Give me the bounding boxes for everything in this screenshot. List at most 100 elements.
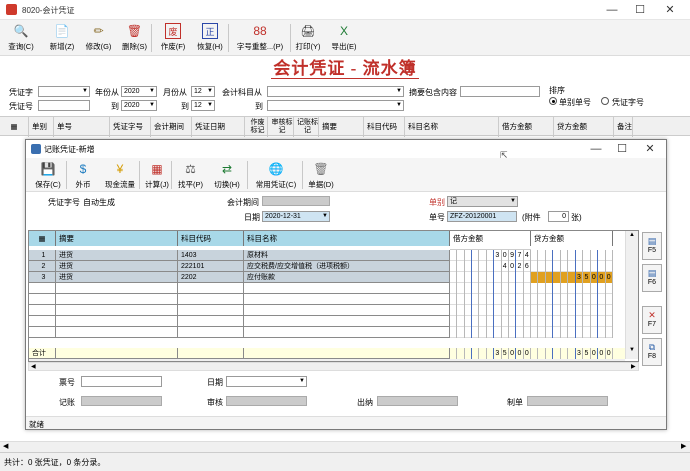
table-row[interactable]	[29, 305, 625, 316]
col-header[interactable]: 单号	[54, 117, 110, 137]
print-button[interactable]: 🖨 打印(Y)	[292, 20, 324, 56]
void-button[interactable]: 废作废(F)	[156, 20, 190, 56]
edit-button[interactable]: ✏ 修改(G)	[82, 20, 115, 56]
summary-cell[interactable]: 进货	[56, 261, 178, 272]
f6-button[interactable]: ▤ F6	[642, 264, 662, 292]
table-row[interactable]	[29, 283, 625, 294]
col-header[interactable]: 凭证日期	[192, 117, 245, 137]
account-code-cell[interactable]	[178, 305, 244, 316]
summary-cell[interactable]	[56, 327, 178, 338]
account-name-cell[interactable]	[244, 327, 450, 338]
account-code-cell[interactable]	[178, 283, 244, 294]
col-header[interactable]: 科目代码	[364, 117, 405, 137]
summary-cell[interactable]	[56, 316, 178, 327]
account-code-cell[interactable]	[178, 294, 244, 305]
credit-cell[interactable]	[531, 305, 613, 316]
scroll-up-icon[interactable]: ▲	[629, 232, 635, 238]
grid-vertical-scrollbar[interactable]: ▲ ▼	[625, 231, 638, 359]
credit-cell[interactable]: 35000	[531, 272, 613, 283]
account-name-cell[interactable]	[244, 294, 450, 305]
summary-contains-input[interactable]	[460, 86, 540, 97]
attach-count-input[interactable]: 0	[548, 211, 569, 222]
credit-cell[interactable]	[531, 283, 613, 294]
scroll-down-icon[interactable]: ▼	[629, 347, 635, 353]
table-row[interactable]	[29, 316, 625, 327]
account-code-cell[interactable]: 2202	[178, 272, 244, 283]
f7-button[interactable]: ✕ F7	[642, 306, 662, 334]
year-to-select[interactable]: 2020 ▼	[121, 100, 157, 111]
doc-type-select[interactable]: 记 ▼	[447, 196, 518, 207]
account-name-cell[interactable]: 应交税费/应交增值税（进项税额）	[244, 261, 450, 272]
common-voucher-button[interactable]: 🌐 常用凭证(C)	[251, 158, 301, 192]
col-header[interactable]: 审核标记	[268, 117, 294, 137]
summary-cell[interactable]: 进货	[56, 250, 178, 261]
delete-button[interactable]: 🗑 删除(S)	[117, 20, 152, 56]
table-row[interactable]: 3 进货 2202 应付账款 3 5 0 0 0	[29, 272, 625, 283]
f5-button[interactable]: ▤ F5	[642, 232, 662, 260]
account-name-cell[interactable]	[244, 316, 450, 327]
scroll-right-icon[interactable]: ▶	[631, 363, 636, 370]
export-button[interactable]: X 导出(E)	[327, 20, 361, 56]
col-header[interactable]: 凭证字号	[110, 117, 151, 137]
debit-cell[interactable]	[450, 316, 531, 327]
credit-cell[interactable]	[531, 261, 613, 272]
col-header[interactable]: 借方金额	[499, 117, 554, 137]
summary-cell[interactable]	[56, 283, 178, 294]
voucher-no-input[interactable]	[38, 100, 90, 111]
f8-button[interactable]: ⧉ F8	[642, 338, 662, 366]
debit-cell[interactable]	[450, 305, 531, 316]
credit-cell[interactable]	[531, 250, 613, 261]
col-header[interactable]: 科目名称	[405, 117, 499, 137]
account-name-cell[interactable]: 原材料	[244, 250, 450, 261]
debit-cell[interactable]	[450, 294, 531, 305]
dialog-close-icon[interactable]: ✕	[636, 140, 664, 158]
col-header[interactable]: 备注	[614, 117, 633, 137]
grid-settings-icon[interactable]: ▦	[0, 117, 29, 137]
debit-cell[interactable]	[450, 327, 531, 338]
horizontal-scrollbar[interactable]: ◀ ▶	[0, 441, 690, 452]
month-to-select[interactable]: 12 ▼	[191, 100, 215, 111]
save-button[interactable]: 💾 保存(C)	[32, 158, 64, 192]
col-header[interactable]: 作废标记	[245, 117, 268, 137]
summary-cell[interactable]: 进货	[56, 272, 178, 283]
date-picker[interactable]: 2020-12-31 ▼	[262, 211, 330, 222]
close-icon[interactable]: ✕	[656, 0, 684, 20]
footer-date-picker[interactable]: ▼	[226, 376, 307, 387]
foreign-currency-button[interactable]: $ 外币	[70, 158, 96, 192]
minimize-icon[interactable]: —	[598, 0, 626, 20]
account-code-cell[interactable]: 222101	[178, 261, 244, 272]
debit-cell[interactable]	[450, 272, 531, 283]
add-button[interactable]: 📄 新增(Z)	[44, 20, 80, 56]
table-row[interactable]: 2 进货 222101 应交税费/应交增值税（进项税额） 4 0 2 6	[29, 261, 625, 272]
scroll-left-icon[interactable]: ◀	[3, 442, 8, 450]
account-code-cell[interactable]: 1403	[178, 250, 244, 261]
balance-button[interactable]: ⚖ 找平(P)	[175, 158, 206, 192]
month-from-select[interactable]: 12 ▼	[191, 86, 215, 97]
account-code-cell[interactable]	[178, 327, 244, 338]
col-header[interactable]: 贷方金额	[554, 117, 614, 137]
table-row[interactable]	[29, 294, 625, 305]
cash-flow-button[interactable]: ¥ 现金流量	[99, 158, 141, 192]
maximize-icon[interactable]: ☐	[626, 0, 654, 20]
account-code-cell[interactable]	[178, 316, 244, 327]
debit-cell[interactable]: 30974	[450, 250, 531, 261]
col-header[interactable]: 摘要	[319, 117, 364, 137]
sort-radio-doc[interactable]	[549, 97, 557, 105]
grid-hscroll[interactable]: ◀ ▶	[28, 362, 639, 371]
account-name-cell[interactable]: 应付账款	[244, 272, 450, 283]
scroll-left-icon[interactable]: ◀	[31, 363, 36, 370]
account-to-select[interactable]: ▼	[267, 100, 404, 111]
query-button[interactable]: 🔍 查询(C)	[4, 20, 38, 56]
account-name-cell[interactable]	[244, 283, 450, 294]
document-button[interactable]: 🗑 单据(D)	[306, 158, 336, 192]
debit-cell[interactable]: 4026	[450, 261, 531, 272]
renumber-button[interactable]: 88 字号重整...(P)	[232, 20, 288, 56]
account-from-select[interactable]: ▼	[267, 86, 404, 97]
dialog-maximize-icon[interactable]: ☐	[608, 140, 636, 158]
debit-cell[interactable]	[450, 283, 531, 294]
ticket-no-input[interactable]	[81, 376, 162, 387]
account-name-cell[interactable]	[244, 305, 450, 316]
sort-radio-voucher[interactable]	[601, 97, 609, 105]
credit-cell[interactable]	[531, 294, 613, 305]
col-header[interactable]: 单别	[29, 117, 54, 137]
